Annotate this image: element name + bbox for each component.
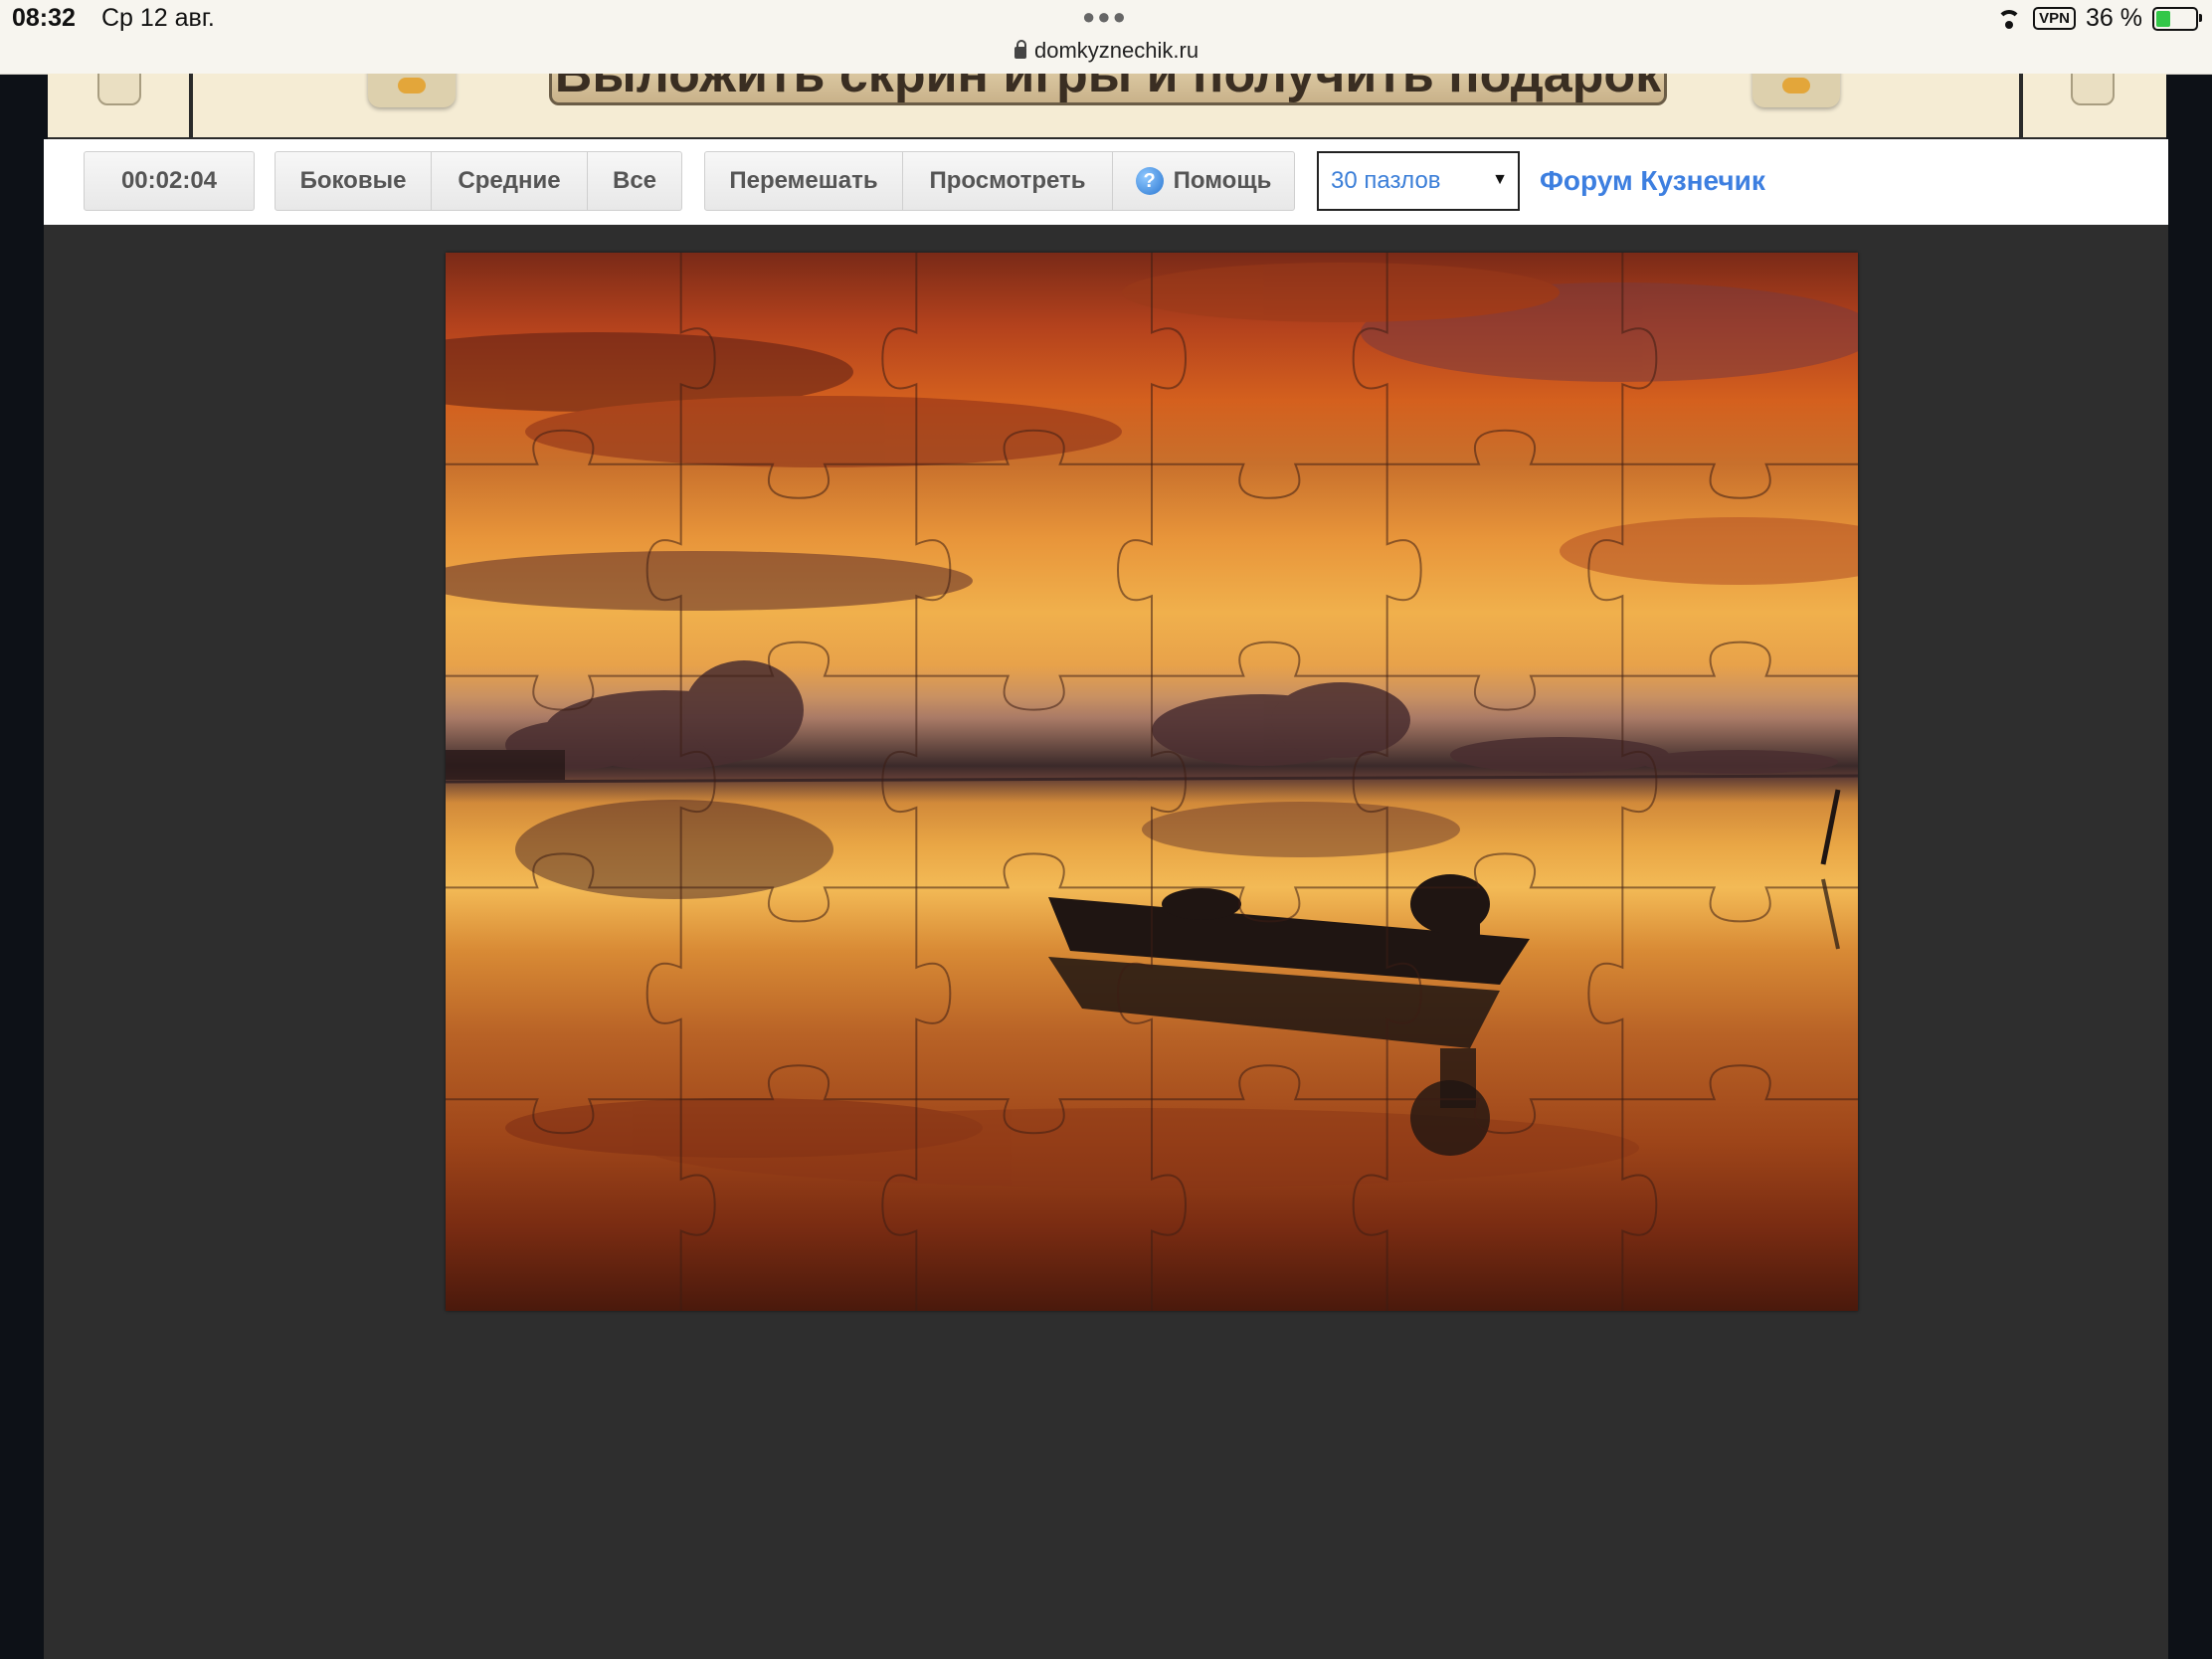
piece-edge	[1152, 462, 1387, 499]
piece-edge	[881, 675, 918, 888]
piece-edge	[680, 1064, 917, 1101]
help-icon: ?	[1135, 167, 1164, 195]
piece-count-value: 30 пазлов	[1331, 167, 1441, 194]
banner-divider	[189, 74, 193, 137]
game-timer: 00:02:04	[84, 151, 255, 211]
share-screenshot-button[interactable]: Выложить скрин игры и получить подарок	[549, 74, 1667, 105]
address-bar[interactable]: domkyznechik.ru	[1014, 38, 1198, 64]
help-button[interactable]: ? Помощь	[1112, 151, 1295, 211]
piece-edge	[1116, 463, 1153, 676]
horizon-clouds	[446, 660, 1838, 780]
middle-pieces-button[interactable]: Средние	[431, 151, 588, 211]
site-banner: Выложить скрин игры и получить подарок	[48, 74, 2166, 140]
piece-edge	[1386, 429, 1623, 465]
piece-edge	[645, 887, 682, 1100]
game-stage	[44, 225, 2168, 1659]
lock-icon	[1014, 40, 1026, 59]
piece-edge	[1587, 887, 1624, 1100]
vpn-badge: VPN	[2033, 7, 2077, 30]
banner-divider	[2019, 74, 2023, 137]
piece-edge	[915, 887, 952, 1100]
edge-pieces-button[interactable]: Боковые	[275, 151, 432, 211]
piece-edge	[1152, 1064, 1387, 1101]
help-label: Помощь	[1173, 167, 1272, 194]
piece-edge	[1152, 641, 1387, 677]
shuffle-button[interactable]: Перемешать	[704, 151, 903, 211]
piece-edge	[916, 852, 1152, 889]
wifi-icon	[1995, 8, 2023, 30]
piece-edge	[1621, 1099, 1658, 1311]
horizon-line	[446, 774, 1858, 784]
more-dots-icon[interactable]: ●●●	[1082, 4, 1128, 30]
piece-edge	[1621, 675, 1658, 888]
piece-edge	[1622, 462, 1858, 499]
url-text: domkyznechik.ru	[1034, 38, 1199, 63]
dropdown-caret-icon: ▼	[1492, 171, 1508, 188]
preview-button[interactable]: Просмотреть	[902, 151, 1113, 211]
forum-link[interactable]: Форум Кузнечик	[1540, 165, 1765, 197]
banner-badge-right	[1752, 74, 1840, 107]
banner-badge-left	[368, 74, 456, 107]
piece-edge	[1622, 641, 1858, 677]
banner-tab-left	[97, 74, 141, 105]
piece-edge	[1386, 674, 1623, 711]
piece-edge	[1385, 463, 1422, 676]
all-pieces-button[interactable]: Все	[587, 151, 682, 211]
puzzle-toolbar: 00:02:04 Боковые Средние Все Перемешать …	[44, 139, 2168, 226]
puzzle-board[interactable]	[446, 253, 1858, 1311]
browser-status-bar: 08:32 Ср 12 авг. ●●● domkyznechik.ru VPN…	[0, 0, 2212, 75]
clock-date: Ср 12 авг.	[101, 4, 215, 32]
piece-edge	[1622, 1064, 1858, 1101]
piece-edge	[916, 674, 1152, 711]
piece-count-select[interactable]: 30 пазлов ▼	[1317, 151, 1520, 211]
banner-tab-right	[2071, 74, 2115, 105]
battery-level	[2156, 10, 2170, 27]
boat-silhouette	[1048, 789, 1841, 1156]
clock-time: 08:32	[12, 4, 76, 32]
piece-edge	[1622, 886, 1858, 923]
piece-edge	[1386, 852, 1623, 889]
battery-icon	[2152, 6, 2202, 31]
piece-edge	[680, 462, 917, 499]
puzzle-scene	[446, 253, 1858, 1311]
battery-percent: 36 %	[2086, 4, 2142, 32]
